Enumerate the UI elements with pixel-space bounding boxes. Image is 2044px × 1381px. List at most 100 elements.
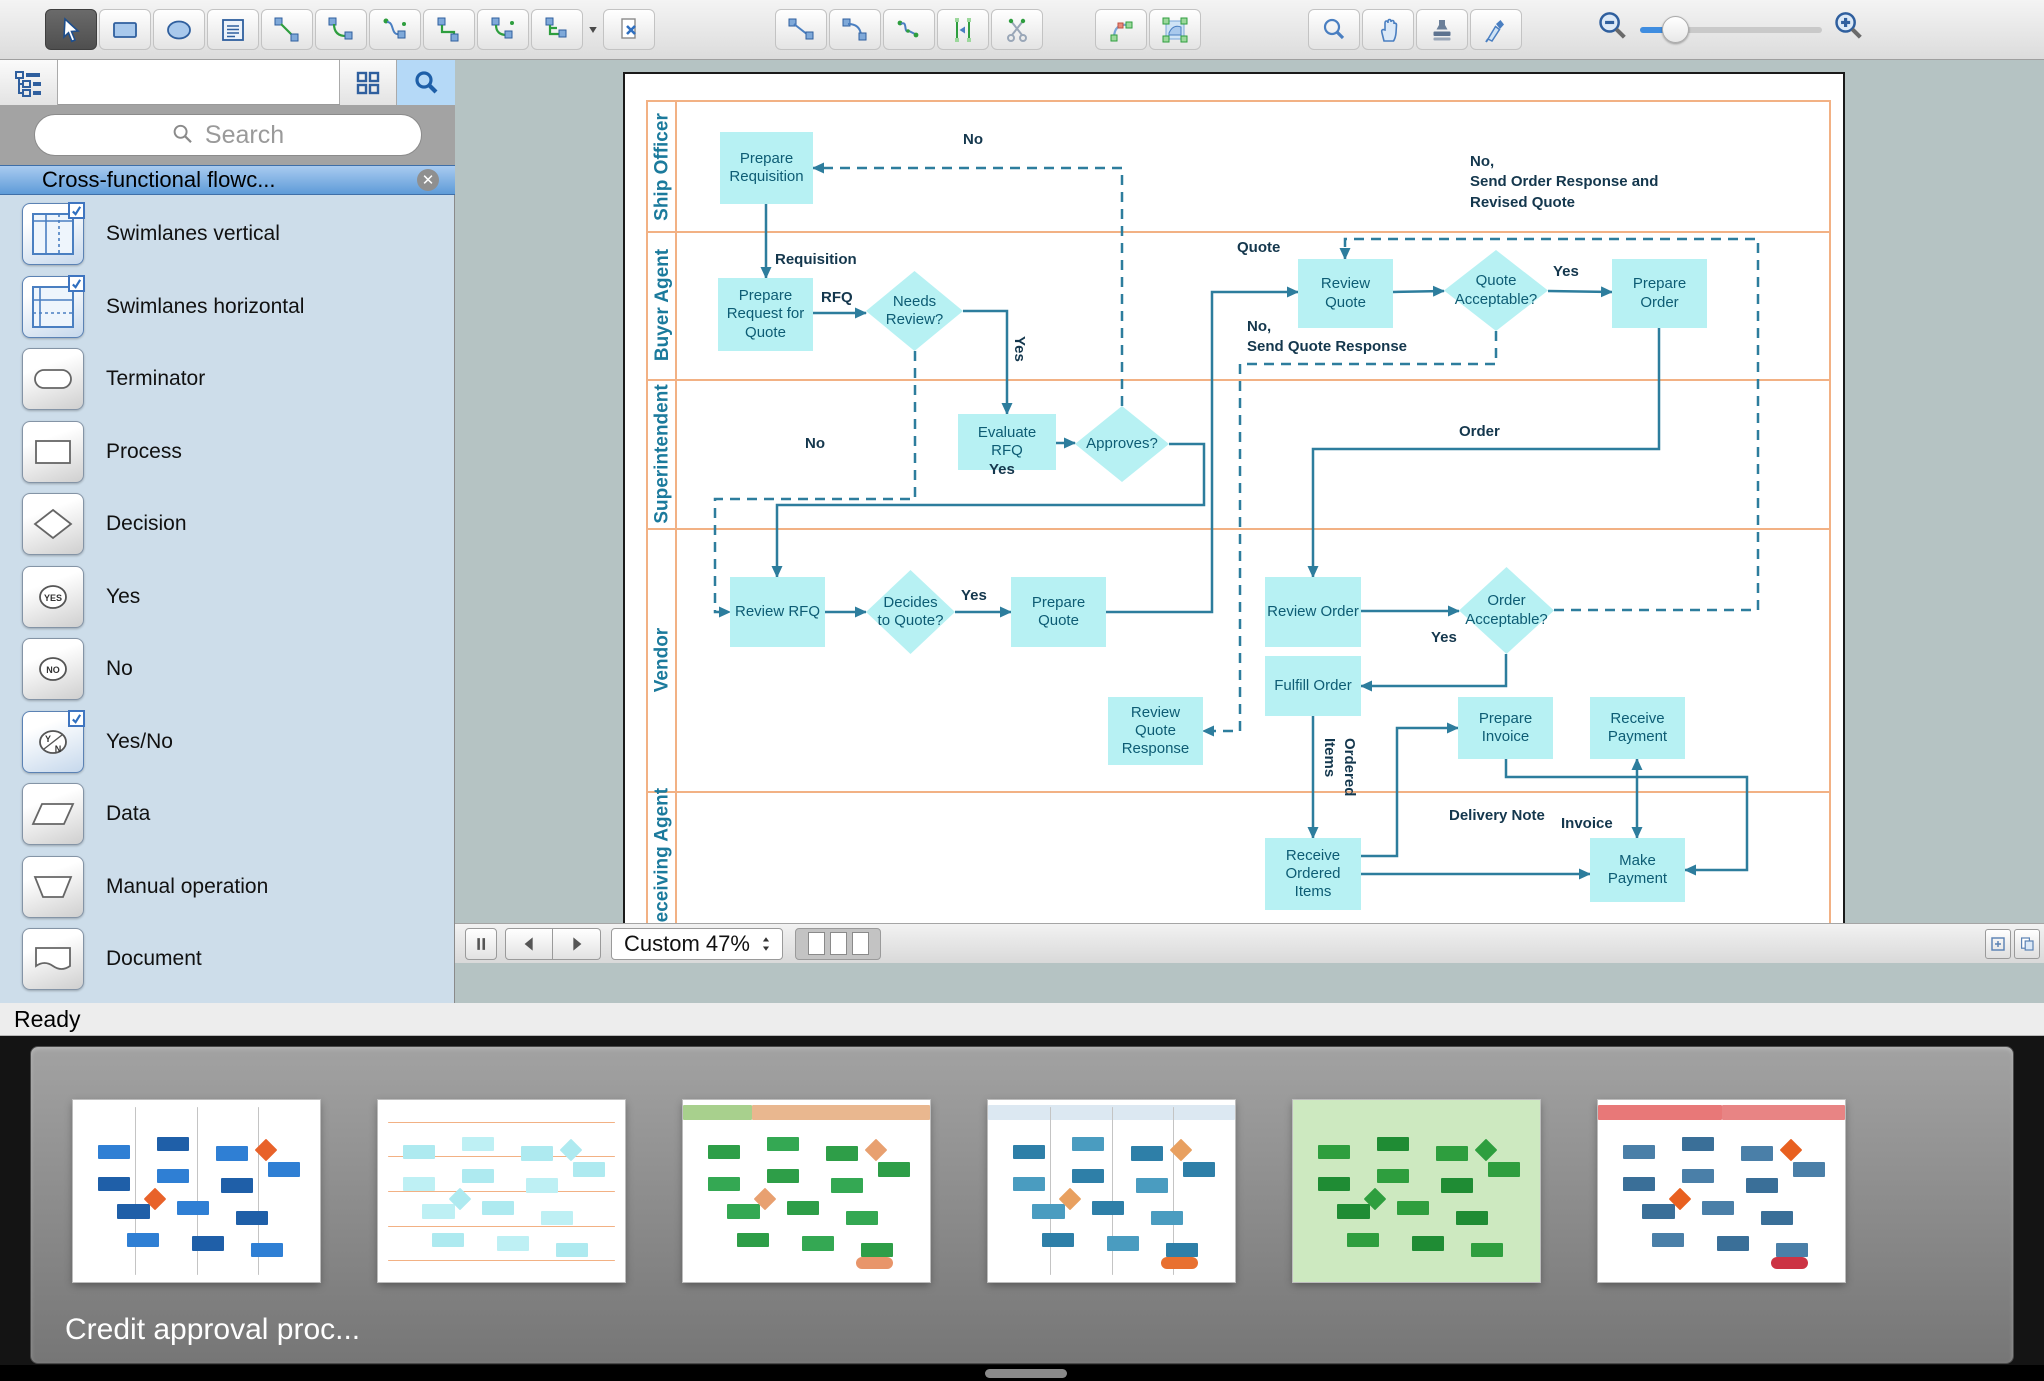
connector-bezier-tool-button[interactable]: [369, 9, 421, 50]
flow-node-prepare-invoice[interactable]: Prepare Invoice: [1458, 697, 1553, 759]
flow-node-needs-review[interactable]: Needs Review?: [866, 271, 963, 351]
flow-node-receive-payment[interactable]: Receive Payment: [1590, 697, 1685, 759]
page-thumb[interactable]: [808, 932, 825, 955]
flow-node-prepare-quote[interactable]: Prepare Quote: [1011, 577, 1106, 647]
fit-page-button[interactable]: [1985, 929, 2011, 959]
no-icon[interactable]: NO: [22, 638, 84, 700]
library-tree-button[interactable]: [0, 60, 58, 105]
flow-label[interactable]: Yes: [1553, 262, 1579, 282]
drawing-canvas-area[interactable]: Ship OfficerBuyer AgentSuperintendentVen…: [455, 60, 2044, 963]
chevron-down-icon[interactable]: [585, 9, 601, 50]
shape-list-item-data[interactable]: Data: [0, 778, 455, 850]
flow-node-quote-acceptable[interactable]: Quote Acceptable?: [1444, 250, 1548, 331]
page-options-button[interactable]: [2014, 929, 2040, 959]
approves-no-flow[interactable]: [813, 168, 1122, 406]
zoom-out-icon[interactable]: [1596, 10, 1630, 49]
rectangle-tool-button[interactable]: [99, 9, 151, 50]
connector-arc-tool-button[interactable]: [315, 9, 367, 50]
terminator-icon[interactable]: [22, 348, 84, 410]
flow-label[interactable]: Yes: [961, 586, 987, 606]
search-input[interactable]: Search: [34, 114, 422, 156]
document-thumbnail-two-column-flowchart-red-blue[interactable]: [1598, 1100, 1845, 1282]
eyedropper-tool-button[interactable]: [1470, 9, 1522, 50]
manual-operation-icon[interactable]: [22, 856, 84, 918]
flow-node-review-quote-response[interactable]: Review Quote Response: [1108, 697, 1203, 765]
flow-label[interactable]: Ordered Items: [1319, 738, 1360, 796]
next-page-button[interactable]: [553, 928, 601, 960]
zoom-tool-button[interactable]: [1308, 9, 1360, 50]
flow-node-review-order[interactable]: Review Order: [1265, 577, 1361, 647]
document-thumbnail-flowchart-green[interactable]: [1293, 1100, 1540, 1282]
flow-label[interactable]: No: [805, 434, 825, 454]
reviewquote-to-decision[interactable]: [1393, 291, 1444, 292]
flow-node-decides-to-quote[interactable]: Decides to Quote?: [866, 570, 955, 654]
delete-page-tool-button[interactable]: [603, 9, 655, 50]
page-layout-widget[interactable]: [795, 928, 881, 960]
flow-node-receive-ordered-items[interactable]: Receive Ordered Items: [1265, 838, 1361, 910]
zoom-level-select[interactable]: Custom 47%: [611, 928, 783, 960]
stamp-tool-button[interactable]: [1416, 9, 1468, 50]
shape-list-item-yes-no[interactable]: YNYes/No: [0, 706, 455, 778]
shape-list-item-document[interactable]: Document: [0, 923, 455, 995]
yes-no-icon[interactable]: YN: [22, 711, 84, 773]
data-icon[interactable]: [22, 783, 84, 845]
library-section-header[interactable]: Cross-functional flowc... ✕: [0, 165, 455, 195]
flow-label[interactable]: Delivery Note: [1449, 806, 1545, 826]
document-thumbnail-flowchart-green-orange[interactable]: [683, 1100, 930, 1282]
reshape-tool-button[interactable]: [1095, 9, 1147, 50]
spline-tool-button[interactable]: [883, 9, 935, 50]
connector-tree-tool-button[interactable]: [531, 9, 583, 50]
page-thumb[interactable]: [830, 932, 847, 955]
page-thumb[interactable]: [852, 932, 869, 955]
zoom-slider-knob[interactable]: [1662, 16, 1689, 43]
text-tool-button[interactable]: [207, 9, 259, 50]
shape-list-item-yes[interactable]: YESYes: [0, 561, 455, 633]
document-page[interactable]: Ship OfficerBuyer AgentSuperintendentVen…: [623, 72, 1845, 961]
flow-node-prepare-order[interactable]: Prepare Order: [1612, 259, 1707, 328]
checkbox-checked-icon[interactable]: [68, 275, 85, 292]
line-tool-button[interactable]: [775, 9, 827, 50]
pan-tool-button[interactable]: [1362, 9, 1414, 50]
connector-elbow-tool-button[interactable]: [423, 9, 475, 50]
document-icon[interactable]: [22, 928, 84, 990]
connector-curve-tool-button[interactable]: [477, 9, 529, 50]
shape-list-item-no[interactable]: NONo: [0, 633, 455, 705]
close-icon[interactable]: ✕: [417, 169, 439, 191]
swimlanes-vertical-icon[interactable]: [22, 203, 84, 265]
flow-label[interactable]: No, Send Quote Response: [1247, 317, 1407, 358]
flow-label[interactable]: Invoice: [1561, 814, 1613, 834]
filmstrip-scroll-handle[interactable]: [985, 1369, 1067, 1378]
library-filter-field[interactable]: [58, 60, 340, 104]
flow-node-prepare-requisition[interactable]: Prepare Requisition: [720, 132, 813, 204]
order-yes-flow[interactable]: [1361, 654, 1506, 686]
needs-review-yes-flow[interactable]: [963, 311, 1007, 414]
zoom-slider-track[interactable]: [1640, 27, 1822, 33]
flow-node-approves[interactable]: Approves?: [1075, 406, 1169, 482]
flow-label[interactable]: Yes: [1009, 336, 1029, 362]
flow-node-make-payment[interactable]: Make Payment: [1590, 838, 1685, 902]
library-search-toggle-button[interactable]: [397, 60, 455, 105]
previous-page-button[interactable]: [505, 928, 553, 960]
scissors-tool-button[interactable]: [991, 9, 1043, 50]
document-thumbnail-vertical-swimlane-flowchart-blue[interactable]: [73, 1100, 320, 1282]
shape-list-item-process[interactable]: Process: [0, 416, 455, 488]
shape-list-item-decision[interactable]: Decision: [0, 488, 455, 560]
flow-label[interactable]: Quote: [1237, 238, 1280, 258]
filmstrip-scrollbar[interactable]: [0, 1365, 2044, 1381]
flow-node-order-acceptable[interactable]: Order Acceptable?: [1459, 567, 1554, 654]
mirror-tool-button[interactable]: [937, 9, 989, 50]
flow-node-fulfill-order[interactable]: Fulfill Order: [1265, 656, 1361, 716]
flow-label[interactable]: No, Send Order Response and Revised Quot…: [1470, 152, 1658, 213]
delivery-note-flow[interactable]: [1361, 728, 1458, 856]
flow-label[interactable]: No: [963, 130, 983, 150]
checkbox-checked-icon[interactable]: [68, 202, 85, 219]
flow-label[interactable]: Yes: [1431, 628, 1457, 648]
shape-list-item-swimlanes-vertical[interactable]: Swimlanes vertical: [0, 198, 455, 270]
arc-tool-button[interactable]: [829, 9, 881, 50]
flow-label[interactable]: RFQ: [821, 288, 853, 308]
flow-node-review-rfq[interactable]: Review RFQ: [730, 577, 825, 647]
document-thumbnail-cross-functional-flowchart-cyan[interactable]: [378, 1100, 625, 1282]
quote-yes-flow[interactable]: [1548, 291, 1612, 292]
shape-list-item-manual-operation[interactable]: Manual operation: [0, 851, 455, 923]
order-flow[interactable]: [1313, 328, 1659, 577]
